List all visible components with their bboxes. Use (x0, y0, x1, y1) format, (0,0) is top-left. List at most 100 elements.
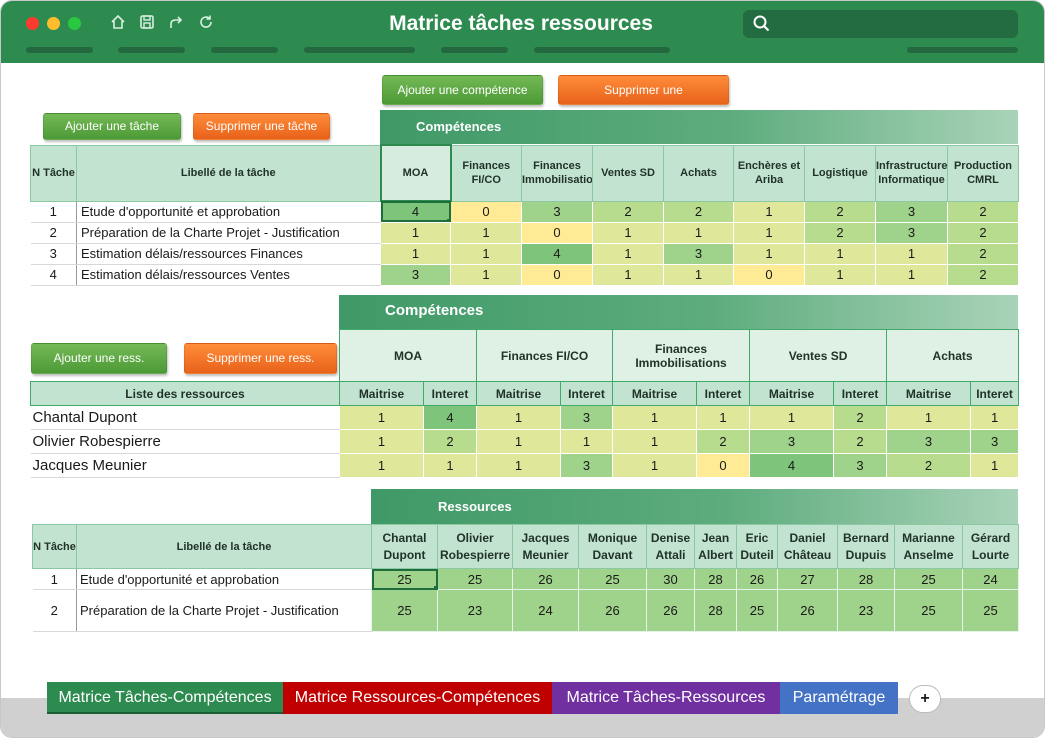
skill-level-cell[interactable]: 2 (804, 221, 876, 244)
skill-level-cell[interactable]: 1 (875, 263, 948, 286)
resource-skill-cell[interactable]: 1 (612, 429, 698, 454)
skill-level-cell[interactable]: 2 (947, 221, 1019, 244)
skill-level-cell[interactable]: 3 (663, 242, 734, 265)
resource-skill-cell[interactable]: 4 (749, 453, 835, 478)
tab-tasks-competences[interactable]: Matrice Tâches-Compétences (47, 682, 283, 714)
task-resource-cell[interactable]: 25 (371, 568, 438, 590)
resource-skill-cell[interactable]: 1 (559, 429, 614, 454)
resource-skill-cell[interactable]: 2 (696, 429, 751, 454)
skill-level-cell[interactable]: 1 (663, 263, 734, 286)
resource-skill-cell[interactable]: 1 (339, 429, 424, 454)
delete-competence-button[interactable]: Supprimer une (558, 75, 729, 105)
resource-skill-cell[interactable]: 1 (696, 405, 751, 430)
skill-level-cell[interactable]: 2 (804, 200, 876, 223)
resource-skill-cell[interactable]: 2 (833, 429, 888, 454)
resource-skill-cell[interactable]: 1 (476, 405, 561, 430)
resource-skill-cell[interactable]: 3 (886, 429, 972, 454)
task-resource-cell[interactable]: 25 (578, 568, 647, 590)
skill-level-cell[interactable]: 1 (733, 221, 805, 244)
resource-skill-cell[interactable]: 3 (749, 429, 835, 454)
task-resource-cell[interactable]: 25 (371, 589, 438, 632)
task-resource-cell[interactable]: 27 (777, 568, 838, 590)
resource-skill-cell[interactable]: 4 (423, 405, 477, 430)
resource-skill-cell[interactable]: 1 (339, 405, 424, 430)
skill-level-cell[interactable]: 1 (733, 242, 805, 265)
task-resource-cell[interactable]: 30 (646, 568, 695, 590)
task-resource-cell[interactable]: 25 (437, 568, 513, 590)
task-resource-cell[interactable]: 28 (837, 568, 895, 590)
close-window-button[interactable] (26, 17, 39, 30)
resource-skill-cell[interactable]: 1 (423, 453, 477, 478)
skill-level-cell[interactable]: 1 (804, 242, 876, 265)
skill-level-cell[interactable]: 1 (450, 242, 522, 265)
task-resource-cell[interactable]: 23 (437, 589, 513, 632)
skill-level-cell[interactable]: 2 (663, 200, 734, 223)
task-resource-cell[interactable]: 25 (894, 589, 963, 632)
resource-skill-cell[interactable]: 1 (476, 453, 561, 478)
search-input[interactable] (743, 10, 1018, 38)
task-resource-cell[interactable]: 28 (694, 589, 737, 632)
skill-level-cell[interactable]: 1 (875, 242, 948, 265)
skill-level-cell[interactable]: 1 (733, 200, 805, 223)
task-resource-cell[interactable]: 25 (962, 589, 1019, 632)
skill-level-cell[interactable]: 1 (663, 221, 734, 244)
task-resource-cell[interactable]: 25 (736, 589, 778, 632)
delete-task-button[interactable]: Supprimer une tâche (193, 113, 330, 140)
task-resource-cell[interactable]: 24 (962, 568, 1019, 590)
skill-level-cell[interactable]: 3 (380, 263, 451, 286)
resource-skill-cell[interactable]: 1 (476, 429, 561, 454)
skill-level-cell[interactable]: 1 (380, 221, 451, 244)
task-resource-cell[interactable]: 28 (694, 568, 737, 590)
task-resource-cell[interactable]: 26 (578, 589, 647, 632)
save-icon[interactable] (138, 13, 156, 31)
task-resource-cell[interactable]: 26 (777, 589, 838, 632)
resource-skill-cell[interactable]: 3 (970, 429, 1020, 454)
task-resource-cell[interactable]: 26 (512, 568, 579, 590)
skill-level-cell[interactable]: 1 (380, 242, 451, 265)
tab-resources-competences[interactable]: Matrice Ressources-Compétences (283, 682, 552, 714)
skill-level-cell[interactable]: 0 (521, 221, 593, 244)
task-resource-cell[interactable]: 24 (512, 589, 579, 632)
skill-level-cell[interactable]: 1 (804, 263, 876, 286)
task-resource-cell[interactable]: 25 (894, 568, 963, 590)
skill-level-cell[interactable]: 2 (592, 200, 664, 223)
minimize-window-button[interactable] (47, 17, 60, 30)
resource-skill-cell[interactable]: 3 (559, 405, 614, 430)
skill-level-cell[interactable]: 0 (521, 263, 593, 286)
skill-level-cell[interactable]: 4 (521, 242, 593, 265)
skill-level-cell[interactable]: 1 (450, 221, 522, 244)
skill-level-cell[interactable]: 2 (947, 242, 1019, 265)
skill-level-cell[interactable]: 2 (947, 200, 1019, 223)
skill-level-cell[interactable]: 1 (592, 263, 664, 286)
skill-level-cell[interactable]: 3 (521, 200, 593, 223)
task-resource-cell[interactable]: 26 (646, 589, 695, 632)
resource-skill-cell[interactable]: 2 (833, 405, 888, 430)
resource-skill-cell[interactable]: 1 (970, 453, 1020, 478)
resource-skill-cell[interactable]: 1 (612, 405, 698, 430)
skill-level-cell[interactable]: 4 (380, 200, 451, 223)
resource-skill-cell[interactable]: 1 (886, 405, 972, 430)
refresh-icon[interactable] (197, 13, 215, 31)
task-resource-cell[interactable]: 26 (736, 568, 778, 590)
skill-level-cell[interactable]: 1 (592, 221, 664, 244)
skill-level-cell[interactable]: 1 (592, 242, 664, 265)
skill-level-cell[interactable]: 3 (875, 221, 948, 244)
resource-skill-cell[interactable]: 1 (612, 453, 698, 478)
resource-skill-cell[interactable]: 3 (833, 453, 888, 478)
skill-level-cell[interactable]: 1 (450, 263, 522, 286)
tab-tasks-resources[interactable]: Matrice Tâches-Ressources (552, 682, 780, 714)
tab-settings[interactable]: Paramétrage (780, 682, 898, 714)
resource-skill-cell[interactable]: 0 (696, 453, 751, 478)
resource-skill-cell[interactable]: 2 (886, 453, 972, 478)
redo-icon[interactable] (167, 13, 185, 31)
skill-level-cell[interactable]: 0 (450, 200, 522, 223)
skill-level-cell[interactable]: 2 (947, 263, 1019, 286)
maximize-window-button[interactable] (68, 17, 81, 30)
resource-skill-cell[interactable]: 3 (559, 453, 614, 478)
skill-level-cell[interactable]: 0 (733, 263, 805, 286)
resource-skill-cell[interactable]: 1 (339, 453, 424, 478)
resource-skill-cell[interactable]: 1 (970, 405, 1020, 430)
resource-skill-cell[interactable]: 2 (423, 429, 477, 454)
skill-level-cell[interactable]: 3 (875, 200, 948, 223)
resource-skill-cell[interactable]: 1 (749, 405, 835, 430)
